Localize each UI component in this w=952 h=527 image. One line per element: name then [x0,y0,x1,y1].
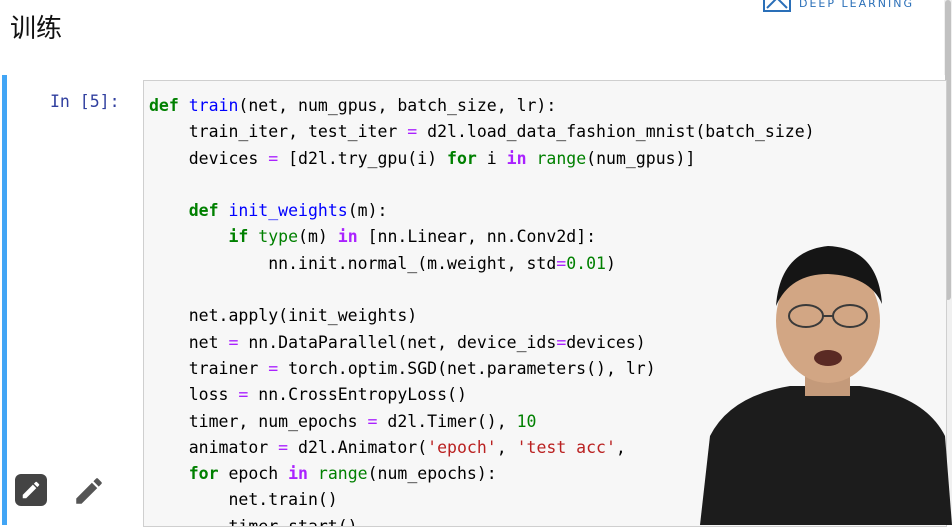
pencil-icon[interactable] [72,474,106,508]
edit-button[interactable] [15,474,47,506]
presenter-video-overlay [700,246,952,525]
page-title: 训练 [10,14,63,44]
cell-prompt: In [5]: [50,92,120,111]
logo-mark-icon [763,0,792,12]
code-line: devices = [d2l.try_gpu(i) for i in range… [149,148,696,168]
code-line: def train(net, num_gpus, batch_size, lr)… [149,96,557,115]
logo-text: DEEP LEARNING [799,0,914,10]
code-line: train_iter, test_iter = d2l.load_data_fa… [149,122,815,142]
pencil-icon [22,481,40,499]
code-line: def init_weights(m): [188,201,388,221]
deep-learning-logo: DEEP LEARNING [763,0,914,12]
